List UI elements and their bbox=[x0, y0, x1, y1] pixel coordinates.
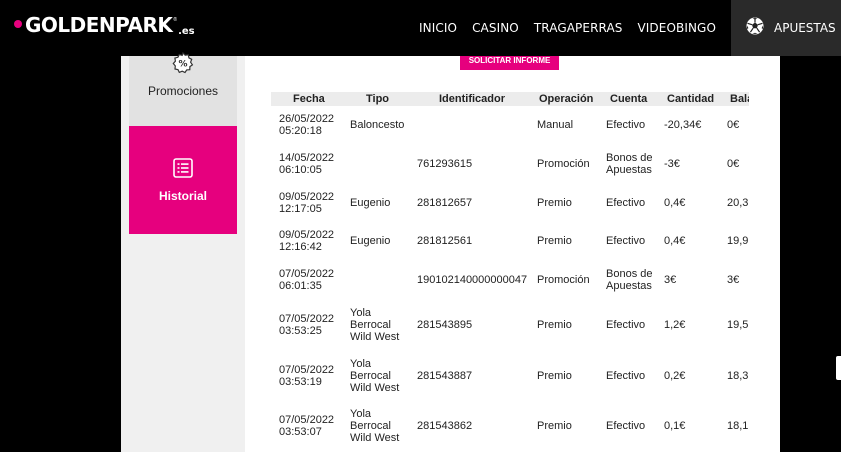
table-row: 07/05/2022 06:01:35 190102140000000047 Pro… bbox=[271, 260, 749, 300]
cell-fecha: 07/05/2022 03:53:25 bbox=[279, 313, 335, 337]
logo-dot bbox=[14, 20, 22, 28]
nav-apuestas[interactable]: APUESTAS bbox=[731, 0, 841, 56]
cell-balance: 0€ bbox=[727, 158, 740, 170]
cell-tipo: Yola Berrocal Wild West bbox=[350, 408, 400, 444]
column-cuenta[interactable]: Cuenta bbox=[610, 92, 647, 106]
promociones-label: Promociones bbox=[147, 84, 219, 98]
nav-casino[interactable]: CASINO bbox=[472, 21, 519, 35]
logo-registered-mark: ® bbox=[173, 17, 178, 23]
logo-suffix: .es bbox=[178, 26, 195, 37]
account-content: % Promociones Historial SOLICITAR INFORM… bbox=[121, 51, 780, 452]
cell-fecha: 14/05/2022 06:10:05 bbox=[279, 152, 335, 176]
goldenpark-logo[interactable]: GOLDENPARK ® .es bbox=[14, 12, 195, 42]
cell-fecha: 07/05/2022 03:53:07 bbox=[279, 414, 335, 438]
cell-tipo: Eugenio bbox=[350, 235, 391, 247]
table-row: 09/05/2022 12:16:42 Eugenio 281812561 Premi… bbox=[271, 222, 749, 260]
logo-text: GOLDENPARK bbox=[25, 13, 173, 37]
cell-balance: 19,5 bbox=[727, 319, 749, 331]
cell-fecha: 09/05/2022 12:17:05 bbox=[279, 191, 335, 215]
cell-cantidad: 0,4€ bbox=[664, 235, 686, 247]
cell-balance: 0€ bbox=[727, 119, 740, 131]
cell-fecha: 26/05/2022 05:20:18 bbox=[279, 113, 335, 137]
cell-fecha: 07/05/2022 06:01:35 bbox=[279, 268, 335, 292]
column-fecha[interactable]: Fecha bbox=[293, 92, 325, 106]
historial-label: Historial bbox=[158, 188, 207, 203]
soccer-ball-icon bbox=[746, 17, 764, 40]
cell-identificador: 281543895 bbox=[417, 319, 473, 331]
top-bar: GOLDENPARK ® .es INICIO CASINO TRAGAPERR… bbox=[0, 0, 841, 56]
cell-cantidad: -3€ bbox=[664, 158, 680, 170]
cell-cantidad: -20,34€ bbox=[664, 119, 702, 131]
list-icon bbox=[173, 157, 193, 183]
cell-cuenta: Efectivo bbox=[606, 197, 646, 209]
cell-tipo: Eugenio bbox=[350, 197, 391, 209]
cell-identificador: 281812657 bbox=[417, 197, 473, 209]
cell-balance: 18,1 bbox=[727, 420, 749, 432]
scroll-handle[interactable] bbox=[836, 356, 841, 380]
cell-cuenta: Bonos de Apuestas bbox=[606, 268, 653, 292]
cell-tipo: Yola Berrocal Wild West bbox=[350, 358, 400, 394]
table-row: 07/05/2022 03:53:25 Yola Berrocal Wild We… bbox=[271, 300, 749, 350]
cell-cuenta: Efectivo bbox=[606, 319, 646, 331]
table-row: 07/05/2022 03:53:19 Yola Berrocal Wild We… bbox=[271, 350, 749, 401]
request-report-button[interactable]: SOLICITAR INFORME bbox=[460, 56, 559, 70]
apuestas-label: APUESTAS bbox=[774, 21, 836, 35]
cell-cantidad: 1,2€ bbox=[664, 319, 686, 331]
cell-cuenta: Efectivo bbox=[606, 235, 646, 247]
cell-cantidad: 3€ bbox=[664, 274, 677, 286]
table-row: 09/05/2022 12:17:05 Eugenio 281812657 Premi… bbox=[271, 183, 749, 222]
cell-operacion: Promoción bbox=[537, 158, 590, 170]
history-panel: SOLICITAR INFORME Fecha Tipo Identificad… bbox=[245, 56, 780, 452]
cell-operacion: Manual bbox=[537, 119, 574, 131]
cell-fecha: 09/05/2022 12:16:42 bbox=[279, 229, 335, 253]
cell-identificador: 281812561 bbox=[417, 235, 473, 247]
table-row: 26/05/2022 05:20:18 Baloncesto Manual Efect… bbox=[271, 106, 749, 144]
cell-fecha: 07/05/2022 03:53:19 bbox=[279, 364, 335, 388]
cell-balance: 18,3 bbox=[727, 370, 749, 382]
cell-balance: 20,3 bbox=[727, 197, 749, 209]
cell-identificador: 281543862 bbox=[417, 420, 473, 432]
cell-cuenta: Bonos de Apuestas bbox=[606, 152, 653, 176]
cell-operacion: Premio bbox=[537, 319, 572, 331]
cell-cuenta: Efectivo bbox=[606, 119, 646, 131]
table-body: 26/05/2022 05:20:18 Baloncesto Manual Efect… bbox=[271, 106, 749, 451]
cell-identificador: 761293615 bbox=[417, 158, 473, 170]
svg-text:%: % bbox=[178, 60, 187, 70]
cell-cantidad: 0,4€ bbox=[664, 197, 686, 209]
cell-identificador: 281543887 bbox=[417, 370, 473, 382]
sidebar-item-promociones[interactable]: % Promociones bbox=[129, 51, 237, 126]
table-row: 07/05/2022 03:53:07 Yola Berrocal Wild We… bbox=[271, 401, 749, 451]
nav-tragaperras[interactable]: TRAGAPERRAS bbox=[534, 21, 623, 35]
cell-operacion: Premio bbox=[537, 235, 572, 247]
cell-cuenta: Efectivo bbox=[606, 420, 646, 432]
sidebar-item-historial[interactable]: Historial bbox=[129, 126, 237, 234]
cell-tipo: Baloncesto bbox=[350, 119, 405, 131]
cell-operacion: Premio bbox=[537, 370, 572, 382]
nav-videobingo[interactable]: VIDEOBINGO bbox=[637, 21, 716, 35]
column-cantidad[interactable]: Cantidad bbox=[667, 92, 714, 106]
table-row: 14/05/2022 06:10:05 761293615 Promoción Bon… bbox=[271, 144, 749, 183]
cell-cuenta: Efectivo bbox=[606, 370, 646, 382]
cell-operacion: Premio bbox=[537, 197, 572, 209]
cell-tipo: Yola Berrocal Wild West bbox=[350, 307, 400, 343]
cell-operacion: Premio bbox=[537, 420, 572, 432]
column-identificador[interactable]: Identificador bbox=[439, 92, 505, 106]
column-tipo[interactable]: Tipo bbox=[366, 92, 389, 106]
nav-inicio[interactable]: INICIO bbox=[419, 21, 457, 35]
cell-cantidad: 0,1€ bbox=[664, 420, 686, 432]
percent-badge-icon: % bbox=[172, 51, 194, 79]
table-header: Fecha Tipo Identificador Operación Cuent… bbox=[271, 92, 749, 106]
cell-cantidad: 0,2€ bbox=[664, 370, 686, 382]
main-nav: INICIO CASINO TRAGAPERRAS VIDEOBINGO bbox=[404, 0, 716, 56]
column-operacion[interactable]: Operación bbox=[539, 92, 593, 106]
column-balance[interactable]: Balance bbox=[730, 92, 749, 106]
cell-balance: 3€ bbox=[727, 274, 740, 286]
cell-operacion: Promoción bbox=[537, 274, 590, 286]
cell-balance: 19,9 bbox=[727, 235, 749, 247]
history-table: Fecha Tipo Identificador Operación Cuent… bbox=[271, 92, 749, 452]
cell-identificador: 190102140000000047 bbox=[417, 274, 528, 286]
